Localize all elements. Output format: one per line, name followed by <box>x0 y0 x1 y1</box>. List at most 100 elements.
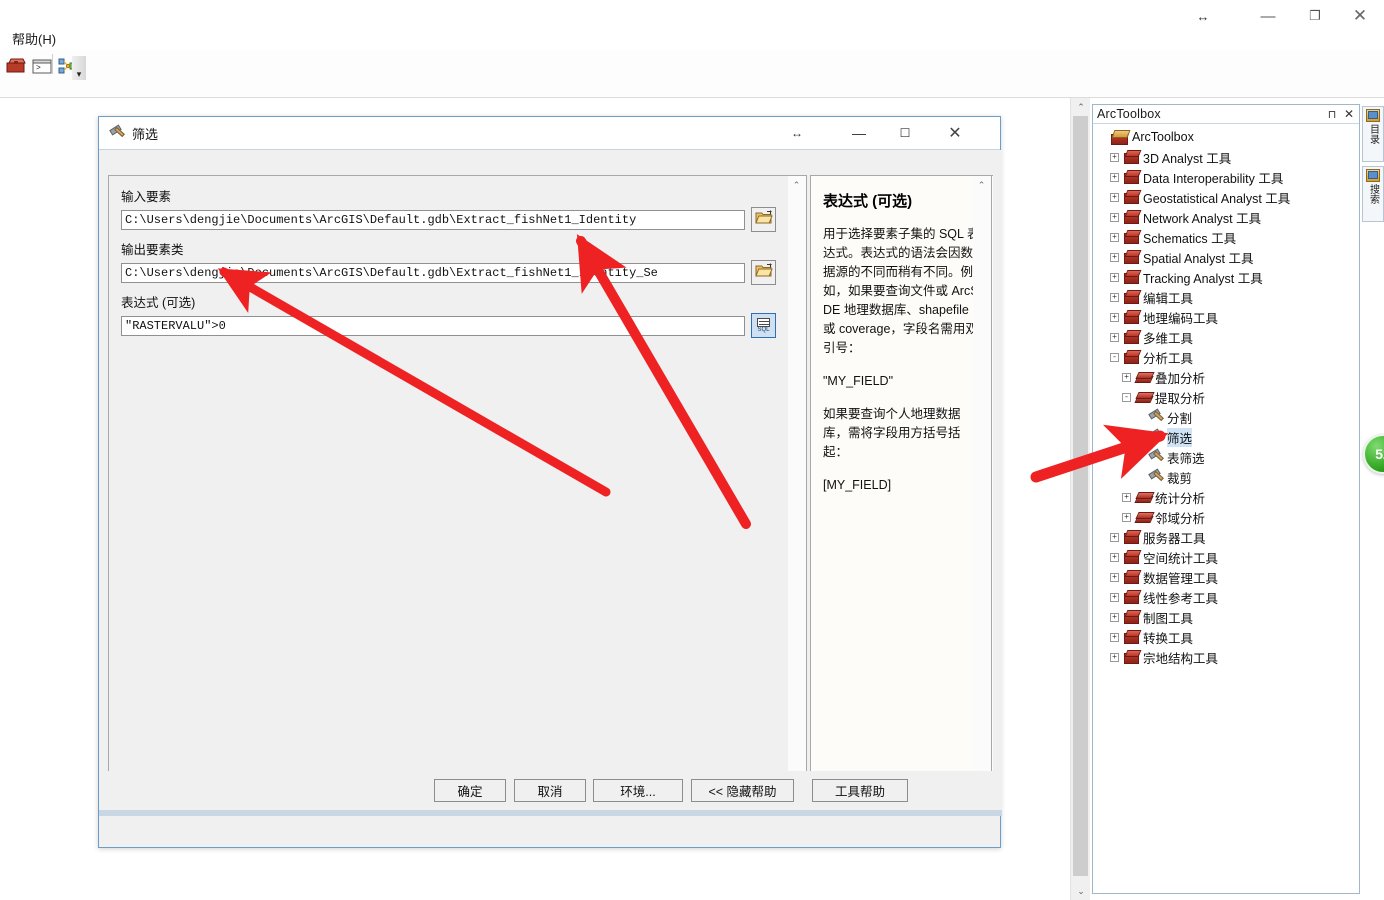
expand-icon[interactable]: + <box>1110 332 1119 342</box>
tree-item-toolset[interactable]: + 编辑工具 <box>1093 287 1359 307</box>
browse-folder-button[interactable] <box>751 260 776 285</box>
tree-item-toolset[interactable]: + 数据管理工具 <box>1093 567 1359 587</box>
menu-item-help[interactable]: 帮助(H) <box>8 27 60 50</box>
toolbar <box>0 50 1384 98</box>
expand-icon[interactable]: + <box>1110 312 1119 322</box>
ok-button[interactable]: 确定 <box>434 779 506 802</box>
tool-dialog: 筛选 ↔ — ☐ ✕ 输入要素 C:\Users\dengjie\Document… <box>98 116 1002 848</box>
toolbox-icon <box>1123 270 1139 284</box>
dialog-minimize-button[interactable]: — <box>836 117 882 149</box>
params-scroll-up-icon[interactable]: ⌃ <box>788 177 805 194</box>
collapse-icon[interactable]: - <box>1122 392 1131 402</box>
expand-icon[interactable]: + <box>1110 272 1119 282</box>
expand-icon[interactable]: + <box>1110 592 1119 602</box>
sql-builder-button[interactable]: SQL <box>751 313 776 338</box>
dialog-close-button[interactable]: ✕ <box>932 117 978 149</box>
tree-item-toolset[interactable]: + Spatial Analyst 工具 <box>1093 247 1359 267</box>
expand-icon[interactable]: + <box>1110 212 1119 222</box>
cancel-button[interactable]: 取消 <box>514 779 586 802</box>
tree-item-toolset[interactable]: + 邻域分析 <box>1093 507 1359 527</box>
expand-icon[interactable]: + <box>1110 232 1119 242</box>
tree-item-toolset[interactable]: + Tracking Analyst 工具 <box>1093 267 1359 287</box>
workspace-scrollbar[interactable]: ⌃ ⌄ <box>1070 98 1090 900</box>
pin-icon[interactable]: ⊓ <box>1325 107 1339 121</box>
status-badge[interactable]: 52 <box>1363 434 1384 474</box>
collapse-icon[interactable]: - <box>1110 352 1119 362</box>
param-input[interactable]: C:\Users\dengjie\Documents\ArcGIS\Defaul… <box>121 262 745 283</box>
tool-help-button[interactable]: 工具帮助 <box>812 779 908 802</box>
help-scrollbar[interactable]: ⌃ ⌄ <box>973 175 992 797</box>
side-tab-catalog[interactable]: 目录 <box>1362 106 1384 162</box>
workspace-scroll-down-icon[interactable]: ⌄ <box>1071 882 1091 900</box>
dialog-resize-icon[interactable]: ↔ <box>774 117 820 149</box>
expand-icon[interactable]: + <box>1110 612 1119 622</box>
tree-item-label: Data Interoperability 工具 <box>1143 171 1284 186</box>
toolbox-icon <box>1123 590 1139 604</box>
param-input[interactable]: C:\Users\dengjie\Documents\ArcGIS\Defaul… <box>121 209 745 230</box>
arctoolbox-header: ArcToolbox ⊓ ✕ <box>1093 105 1359 124</box>
tree-item-tool[interactable]: 筛选 <box>1093 427 1359 447</box>
toolbox-icon[interactable] <box>4 54 26 76</box>
toolbox-icon <box>1123 190 1139 204</box>
dialog-body: 输入要素 C:\Users\dengjie\Documents\ArcGIS\De… <box>99 150 1002 816</box>
tree-item-toolset[interactable]: +3D Analyst 工具 <box>1093 147 1359 167</box>
tree-item-toolset[interactable]: + 统计分析 <box>1093 487 1359 507</box>
tree-item-label: Tracking Analyst 工具 <box>1143 271 1263 286</box>
help-scrollbar-wrap: ⌃ ⌄ <box>973 175 1012 797</box>
expand-icon[interactable]: + <box>1110 652 1119 662</box>
expand-icon[interactable]: + <box>1110 172 1119 182</box>
tree-item-toolset[interactable]: + 服务器工具 <box>1093 527 1359 547</box>
parameters-scrollbar[interactable]: ⌃ ⌄ <box>788 175 807 797</box>
tree-item-toolset[interactable]: - 分析工具 <box>1093 347 1359 367</box>
arctoolbox-close-icon[interactable]: ✕ <box>1342 107 1356 121</box>
tree-item-toolset[interactable]: + Network Analyst 工具 <box>1093 207 1359 227</box>
tree-item-tool[interactable]: 表筛选 <box>1093 447 1359 467</box>
tree-item-label: 邻域分析 <box>1155 511 1206 526</box>
side-tab-search-panel[interactable]: 搜索 <box>1362 166 1384 222</box>
tree-item-toolset[interactable]: + Schematics 工具 <box>1093 227 1359 247</box>
tree-item-toolset[interactable]: + Data Interoperability 工具 <box>1093 167 1359 187</box>
tree-item-toolset[interactable]: + Geostatistical Analyst 工具 <box>1093 187 1359 207</box>
help-paragraph: 用于选择要素子集的 SQL 表达式。表达式的语法会因数据源的不同而稍有不同。例如… <box>823 227 980 355</box>
tree-item-toolset[interactable]: + 叠加分析 <box>1093 367 1359 387</box>
tree-root-arctoolbox[interactable]: ArcToolbox <box>1093 127 1359 147</box>
workspace-scroll-thumb[interactable] <box>1073 116 1088 876</box>
tree-item-toolset[interactable]: + 线性参考工具 <box>1093 587 1359 607</box>
arctoolbox-tree[interactable]: ArcToolbox +3D Analyst 工具 + Data Interoper… <box>1093 124 1359 893</box>
python-window-icon[interactable]: > <box>30 54 52 76</box>
expand-icon[interactable]: + <box>1110 292 1119 302</box>
expand-icon[interactable]: + <box>1122 512 1131 522</box>
tree-item-toolset[interactable]: + 制图工具 <box>1093 607 1359 627</box>
expand-icon[interactable]: + <box>1110 552 1119 562</box>
expand-icon[interactable]: + <box>1110 152 1119 162</box>
tree-item-tool[interactable]: 分割 <box>1093 407 1359 427</box>
toolbox-icon <box>1123 210 1139 224</box>
tree-item-tool[interactable]: 裁剪 <box>1093 467 1359 487</box>
expand-icon[interactable]: + <box>1122 492 1131 502</box>
expand-icon[interactable]: + <box>1110 572 1119 582</box>
tree-item-toolset[interactable]: + 空间统计工具 <box>1093 547 1359 567</box>
hide-help-button[interactable]: << 隐藏帮助 <box>691 779 794 802</box>
workspace-scroll-up-icon[interactable]: ⌃ <box>1071 98 1091 116</box>
tree-item-toolset[interactable]: - 提取分析 <box>1093 387 1359 407</box>
tree-item-label: 筛选 <box>1167 427 1193 447</box>
expand-icon[interactable]: + <box>1122 372 1131 382</box>
expand-icon[interactable]: + <box>1110 532 1119 542</box>
expand-icon[interactable]: + <box>1110 252 1119 262</box>
side-tab-strip[interactable]: 目录 搜索 <box>1362 106 1384 226</box>
tree-item-toolset[interactable]: + 宗地结构工具 <box>1093 647 1359 667</box>
tree-item-toolset[interactable]: + 多维工具 <box>1093 327 1359 347</box>
expand-icon[interactable]: + <box>1110 632 1119 642</box>
dialog-maximize-button[interactable]: ☐ <box>882 117 928 149</box>
toolbar-overflow-button[interactable]: ▾ <box>72 56 86 80</box>
param-input[interactable]: "RASTERVALU">0 <box>121 315 745 336</box>
tree-item-toolset[interactable]: + 地理编码工具 <box>1093 307 1359 327</box>
browse-folder-button[interactable] <box>751 207 776 232</box>
expand-icon[interactable]: + <box>1110 192 1119 202</box>
environments-button[interactable]: 环境... <box>593 779 683 802</box>
svg-text:>: > <box>36 64 41 73</box>
help-paragraph-2: 如果要查询个人地理数据库，需将字段用方括号括起： <box>823 407 961 459</box>
help-scroll-up-icon[interactable]: ⌃ <box>973 177 990 194</box>
tree-item-label: 线性参考工具 <box>1143 591 1219 606</box>
tree-item-toolset[interactable]: + 转换工具 <box>1093 627 1359 647</box>
